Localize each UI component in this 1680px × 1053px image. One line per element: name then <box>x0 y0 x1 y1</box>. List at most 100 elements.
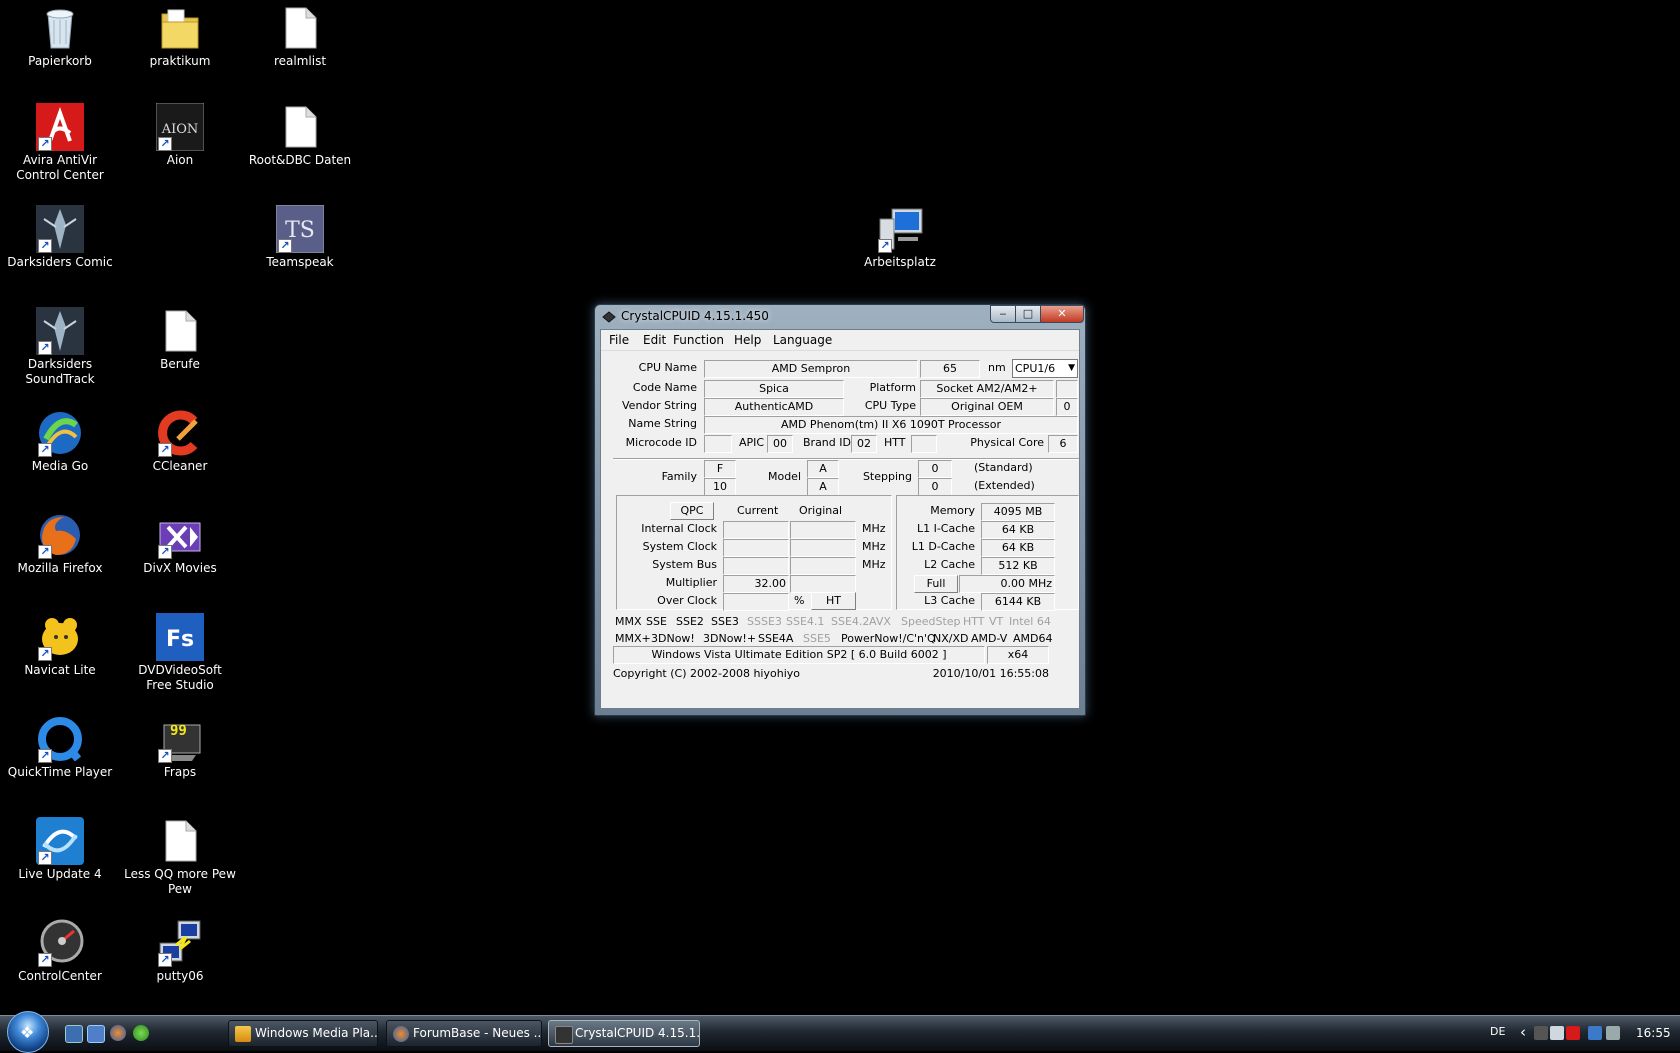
desktop-icon-firefox[interactable]: ↗ Mozilla Firefox <box>4 511 116 576</box>
system-clock-current <box>723 539 789 557</box>
crystalcpuid-icon <box>555 1026 573 1044</box>
tray-icon[interactable] <box>1534 1026 1548 1040</box>
desktop-icon-label: ControlCenter <box>18 969 102 983</box>
desktop-icon-praktikum[interactable]: praktikum <box>124 4 236 69</box>
feature-flag: MMX <box>615 615 642 628</box>
menu-language[interactable]: Language <box>773 333 832 347</box>
desktop-icon-putty[interactable]: ↗ putty06 <box>124 919 236 984</box>
desktop-icon-arbeitsplatz[interactable]: ↗ Arbeitsplatz <box>844 205 956 270</box>
maximize-button[interactable]: □ <box>1015 305 1041 323</box>
feature-flag: SSE4.1 <box>786 615 825 628</box>
desktop-icon-berufe[interactable]: Berufe <box>124 307 236 372</box>
physical-core-label: Physical Core <box>970 436 1044 449</box>
taskbar-button-media-player[interactable]: Windows Media Pla... <box>228 1020 378 1047</box>
desktop-icon-darksiders-soundtrack[interactable]: ↗ Darksiders SoundTrack <box>4 307 116 387</box>
volume-icon[interactable] <box>1606 1026 1620 1040</box>
desktop-icon-navicat[interactable]: ↗ Navicat Lite <box>4 613 116 678</box>
language-indicator[interactable]: DE <box>1490 1025 1505 1038</box>
menu-edit[interactable]: Edit <box>643 333 666 347</box>
recycle-bin-icon <box>36 4 84 52</box>
feature-flag: Intel 64 <box>1009 615 1051 628</box>
utility-icon[interactable] <box>133 1025 149 1041</box>
menu-file[interactable]: File <box>609 333 629 347</box>
feature-flag: AMD64 <box>1013 632 1053 645</box>
menu-help[interactable]: Help <box>734 333 761 347</box>
desktop-icon-less-qq[interactable]: Less QQ more Pew Pew <box>124 817 236 897</box>
menu-function[interactable]: Function <box>673 333 724 347</box>
windows-logo-icon: ❖ <box>20 1023 35 1042</box>
network-icon[interactable] <box>1588 1026 1602 1040</box>
desktop-icon-root-dbc[interactable]: Root&DBC Daten <box>244 103 356 168</box>
feature-flag: SSE2 <box>676 615 704 628</box>
taskbar-button-forumbase[interactable]: ForumBase - Neues ... <box>386 1020 542 1047</box>
feature-flag: 3DNow! <box>651 632 695 645</box>
desktop-icon-dvdvideosoft[interactable]: Fs DVDVideoSoft Free Studio <box>124 613 236 693</box>
clock[interactable]: 16:55 <box>1636 1026 1671 1040</box>
feature-flag: SSE3 <box>711 615 739 628</box>
shortcut-arrow-icon: ↗ <box>38 749 52 763</box>
fraps-icon: 99 ↗ <box>156 715 204 763</box>
switch-windows-icon[interactable] <box>87 1025 105 1043</box>
window-title: CrystalCPUID 4.15.1.450 <box>621 309 769 323</box>
stepping-ext-value: 0 <box>918 478 952 496</box>
shortcut-arrow-icon: ↗ <box>278 239 292 253</box>
feature-flag: SSSE3 <box>747 615 782 628</box>
feature-flag: HTT <box>963 615 985 628</box>
crystalcpuid-window[interactable]: CrystalCPUID 4.15.1.450 ‒ □ ✕ File Edit … <box>594 304 1086 716</box>
feature-flag: NX/XD <box>933 632 969 645</box>
start-button[interactable]: ❖ <box>7 1011 49 1053</box>
timestamp-text: 2010/10/01 16:55:08 <box>932 667 1049 680</box>
close-button[interactable]: ✕ <box>1040 305 1084 323</box>
media-go-icon: ↗ <box>36 409 84 457</box>
shortcut-arrow-icon: ↗ <box>38 953 52 967</box>
folder-icon <box>156 4 204 52</box>
desktop-icon-divx-movies[interactable]: ↗ DivX Movies <box>124 511 236 576</box>
desktop-icon-control-center[interactable]: ↗ ControlCenter <box>4 919 116 984</box>
desktop-icon-live-update[interactable]: ↗ Live Update 4 <box>4 817 116 882</box>
show-hidden-icons-chevron-icon[interactable]: ‹ <box>1520 1023 1526 1041</box>
minimize-button[interactable]: ‒ <box>990 305 1016 323</box>
code-name-value: Spica <box>704 380 844 398</box>
aion-icon: AION ↗ <box>155 102 205 152</box>
desktop-icon-papierkorb[interactable]: Papierkorb <box>4 4 116 69</box>
percent-unit: % <box>794 594 805 607</box>
show-desktop-icon[interactable] <box>65 1025 83 1043</box>
firefox-icon <box>393 1026 409 1042</box>
feature-flag: VT <box>989 615 1004 628</box>
internal-clock-current <box>723 521 789 539</box>
shortcut-arrow-icon: ↗ <box>38 443 52 457</box>
text-file-icon <box>276 4 324 52</box>
feature-flag: AMD-V <box>971 632 1008 645</box>
tray-icon[interactable] <box>1550 1026 1564 1040</box>
desktop-icon-fraps[interactable]: 99 ↗ Fraps <box>124 715 236 780</box>
desktop-icon-label: DivX Movies <box>143 561 217 575</box>
ccleaner-icon: ↗ <box>156 409 204 457</box>
internal-clock-original <box>790 521 856 539</box>
firefox-icon[interactable] <box>110 1025 126 1041</box>
code-name-label: Code Name <box>632 381 697 394</box>
desktop-icon-realmlist[interactable]: realmlist <box>244 4 356 69</box>
system-bus-label: System Bus <box>652 558 717 571</box>
ht-button[interactable]: HT <box>811 592 856 610</box>
copyright-text: Copyright (C) 2002-2008 hiyohiyo <box>613 667 800 680</box>
desktop-icon-darksiders-comic[interactable]: ↗ Darksiders Comic <box>4 205 116 270</box>
desktop-icon-ccleaner[interactable]: ↗ CCleaner <box>124 409 236 474</box>
taskbar-button-crystalcpuid[interactable]: CrystalCPUID 4.15.1.... <box>548 1020 700 1047</box>
desktop-icon-teamspeak[interactable]: TS ↗ Teamspeak <box>244 204 356 270</box>
mhz-unit: MHz <box>862 558 886 571</box>
computer-icon: ↗ <box>876 205 924 253</box>
avira-tray-icon[interactable] <box>1566 1026 1580 1040</box>
shortcut-arrow-icon: ↗ <box>38 647 52 661</box>
full-button[interactable]: Full <box>914 575 958 593</box>
qpc-button[interactable]: QPC <box>670 502 714 520</box>
feature-flag: SSE4A <box>758 632 794 645</box>
feature-flag: AVX <box>869 615 891 628</box>
feature-flag: PowerNow!/C'n'Q <box>841 632 936 645</box>
desktop-icon-label: QuickTime Player <box>7 765 113 779</box>
desktop-icon-aion[interactable]: AION ↗ Aion <box>124 102 236 168</box>
control-center-icon: ↗ <box>36 919 84 967</box>
desktop-icon-quicktime[interactable]: ↗ QuickTime Player <box>4 715 116 780</box>
desktop-icon-avira[interactable]: ↗ Avira AntiVir Control Center <box>4 103 116 183</box>
cpu-select-dropdown[interactable]: CPU1/6 ▼ <box>1012 359 1078 378</box>
desktop-icon-media-go[interactable]: ↗ Media Go <box>4 409 116 474</box>
